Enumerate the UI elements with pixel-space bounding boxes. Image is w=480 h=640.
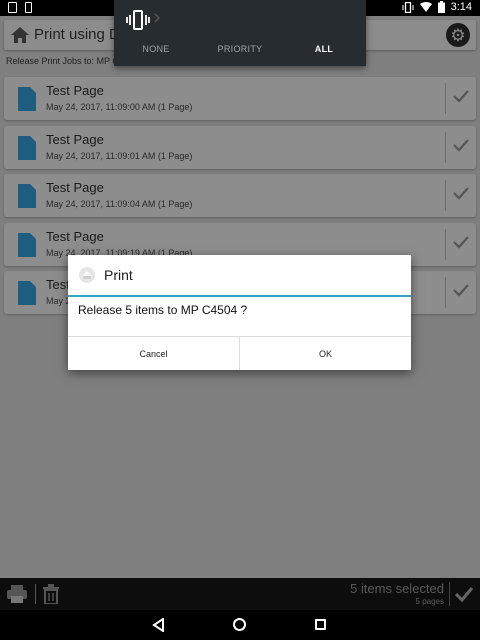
printer-icon xyxy=(79,267,95,283)
selected-pages: 5 pages xyxy=(415,597,444,606)
bottom-toolbar: 5 items selected 5 pages xyxy=(0,578,480,610)
settings-button[interactable]: ⚙ xyxy=(446,23,470,47)
job-meta: May 24, 2017, 11:09:04 AM (1 Page) xyxy=(46,199,193,209)
check-icon[interactable] xyxy=(452,233,470,251)
job-title: Test Page xyxy=(46,228,104,244)
check-icon[interactable] xyxy=(452,87,470,105)
vibrate-icon xyxy=(402,1,414,13)
interruption-panel: NONE PRIORITY ALL xyxy=(114,0,366,66)
gear-icon: ⚙ xyxy=(450,25,466,45)
release-check-icon[interactable] xyxy=(454,585,474,603)
battery-icon xyxy=(437,1,445,13)
divider xyxy=(445,83,446,114)
document-icon xyxy=(18,135,36,160)
check-icon[interactable] xyxy=(452,184,470,202)
job-meta: May 24, 2017, 11:09:01 AM (1 Page) xyxy=(46,150,193,161)
job-row[interactable]: Test Page May 24, 2017, 11:09:04 AM (1 P… xyxy=(4,174,476,217)
image-icon xyxy=(8,2,17,13)
cancel-button[interactable]: Cancel xyxy=(68,337,239,370)
back-icon[interactable] xyxy=(152,618,165,632)
dialog-title: Print xyxy=(104,267,133,283)
print-dialog: Print Release 5 items to MP C4504 ? Canc… xyxy=(68,255,411,370)
job-title: Test Page xyxy=(46,180,104,195)
printer-icon[interactable] xyxy=(6,584,28,604)
tab-none[interactable]: NONE xyxy=(114,44,198,54)
dialog-message: Release 5 items to MP C4504 ? xyxy=(78,303,248,317)
check-icon[interactable] xyxy=(452,281,470,299)
trash-icon[interactable] xyxy=(42,584,60,604)
status-time: 3:14 xyxy=(450,1,472,13)
document-icon xyxy=(18,184,36,208)
document-icon xyxy=(18,87,36,111)
divider xyxy=(445,131,446,163)
navigation-bar xyxy=(0,610,480,640)
recents-icon[interactable] xyxy=(315,619,326,630)
document-icon xyxy=(18,281,36,305)
job-title: Test Page xyxy=(46,131,104,147)
job-title: Test xyxy=(46,277,70,292)
job-row[interactable]: Test Page May 24, 2017, 11:09:00 AM (1 P… xyxy=(4,77,476,120)
job-title: Test Page xyxy=(46,83,104,98)
phone-icon xyxy=(25,2,32,13)
job-meta: May 2 xyxy=(46,296,71,306)
divider xyxy=(445,180,446,211)
wifi-icon xyxy=(419,2,432,12)
interruption-tabs: NONE PRIORITY ALL xyxy=(114,44,366,54)
ok-button[interactable]: OK xyxy=(239,337,411,370)
job-row[interactable]: Test Page May 24, 2017, 11:09:01 AM (1 P… xyxy=(4,125,476,169)
check-icon[interactable] xyxy=(452,136,470,154)
divider xyxy=(445,277,446,308)
vibrate-icon[interactable] xyxy=(126,10,150,30)
dialog-buttons: Cancel OK xyxy=(68,336,411,370)
divider xyxy=(449,582,450,606)
divider xyxy=(35,584,36,604)
dialog-header: Print xyxy=(68,255,411,295)
home-icon[interactable] xyxy=(10,26,30,44)
tab-priority[interactable]: PRIORITY xyxy=(198,44,282,54)
tab-all[interactable]: ALL xyxy=(282,44,366,54)
home-nav-icon[interactable] xyxy=(233,618,246,631)
divider xyxy=(68,295,411,297)
selected-count: 5 items selected xyxy=(350,581,444,596)
divider xyxy=(445,228,446,260)
job-meta: May 24, 2017, 11:09:00 AM (1 Page) xyxy=(46,102,193,112)
document-icon xyxy=(18,232,36,257)
chevron-right-icon[interactable] xyxy=(154,13,160,23)
